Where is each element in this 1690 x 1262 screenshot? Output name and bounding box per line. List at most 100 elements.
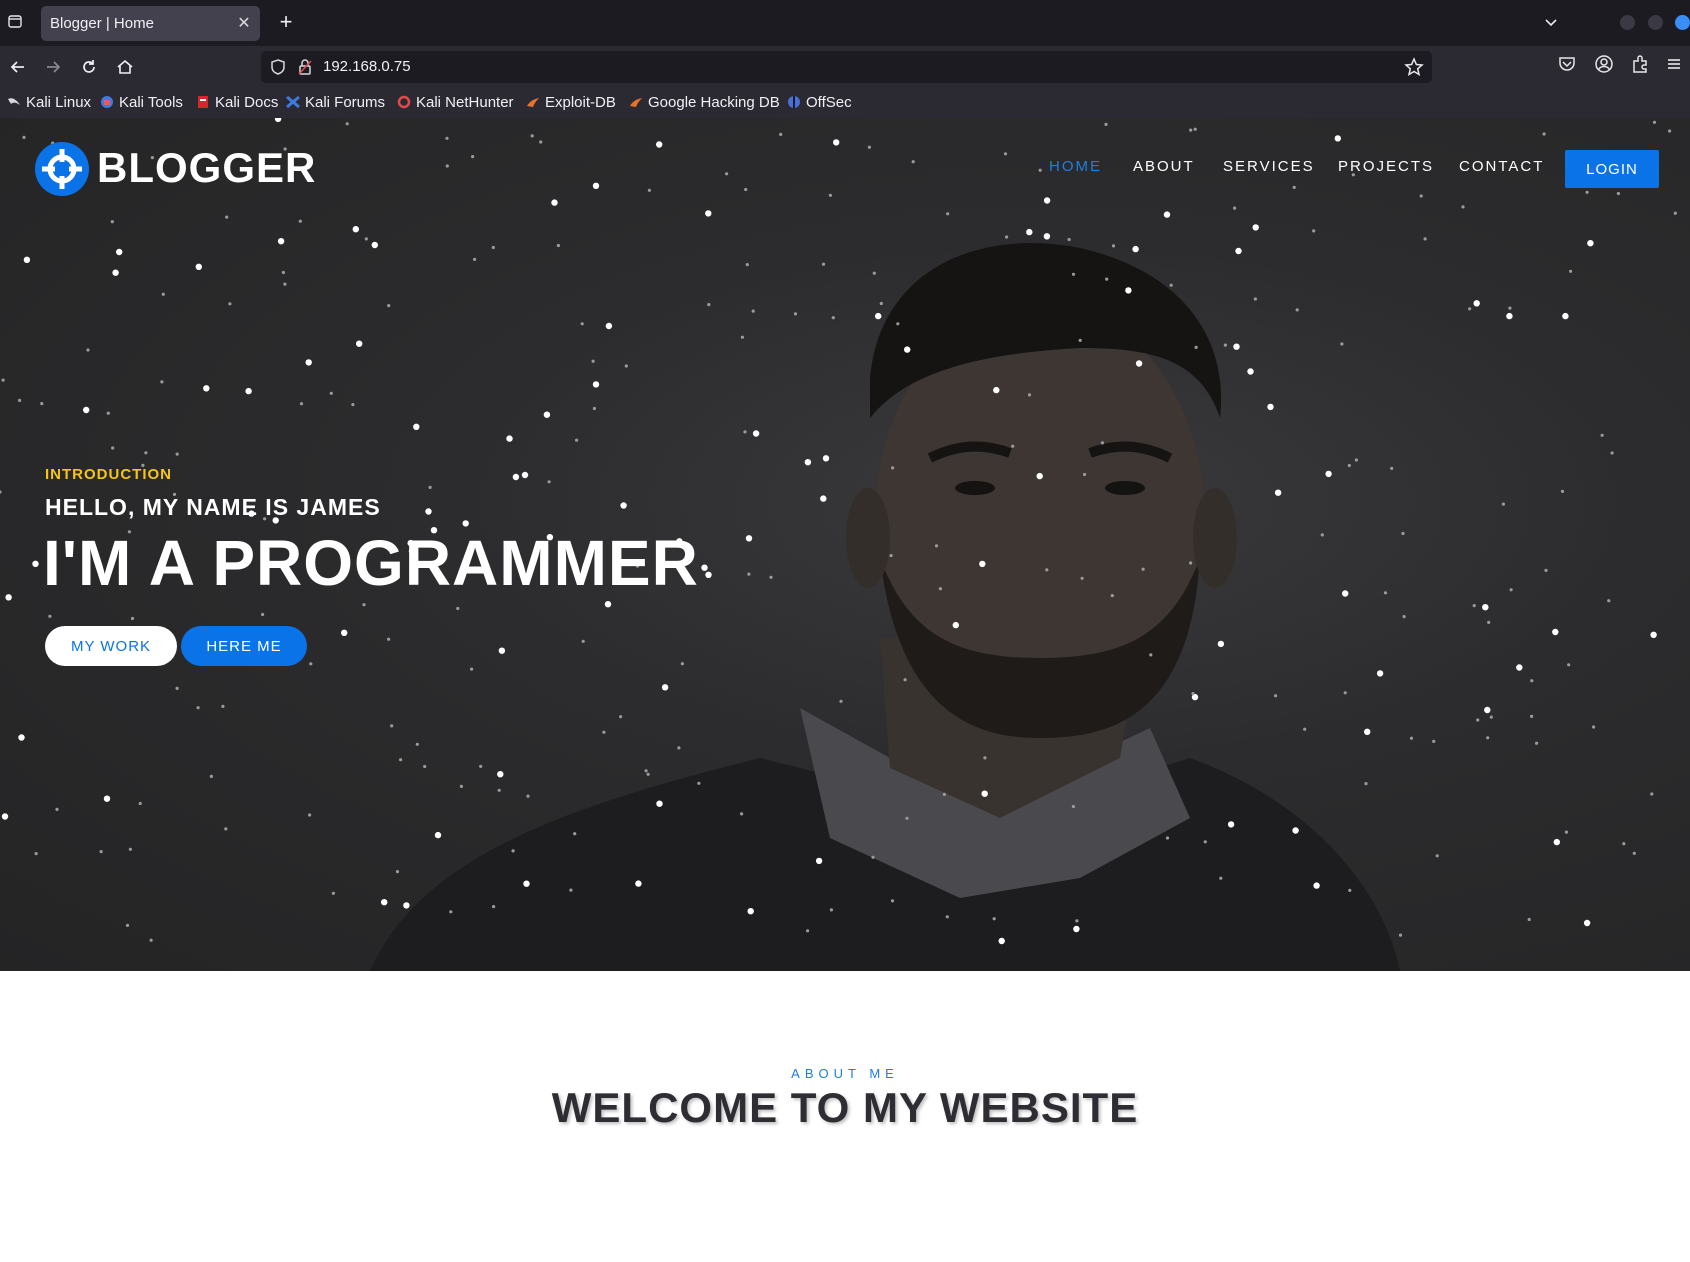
star-particle <box>1125 287 1132 294</box>
bookmark-kali-linux[interactable]: Kali Linux <box>7 92 91 112</box>
home-icon[interactable] <box>112 54 138 80</box>
star-particle <box>705 571 712 578</box>
star-particle <box>390 724 394 728</box>
bookmark-label: OffSec <box>806 93 852 111</box>
star-particle <box>983 756 987 760</box>
bookmark-kali-forums[interactable]: Kali Forums <box>286 92 385 112</box>
star-particle <box>1348 888 1352 893</box>
window-close-button[interactable] <box>1675 15 1690 30</box>
star-particle <box>1489 715 1493 719</box>
tab-close-icon[interactable]: ✕ <box>234 13 254 33</box>
star-particle <box>1003 152 1008 156</box>
here-me-button[interactable]: HERE ME <box>181 626 307 666</box>
star-particle <box>125 923 130 928</box>
extensions-icon[interactable] <box>1630 54 1650 74</box>
browser-tab-active[interactable]: Blogger | Home ✕ <box>41 6 260 41</box>
reload-icon[interactable] <box>76 54 102 80</box>
star-particle <box>1472 604 1476 608</box>
star-particle <box>1080 576 1084 580</box>
star-particle <box>40 402 44 406</box>
bookmark-kali-tools[interactable]: Kali Tools <box>100 92 183 112</box>
star-particle <box>1038 168 1042 172</box>
nav-contact[interactable]: CONTACT <box>1459 158 1544 175</box>
bookmark-kali-docs[interactable]: Kali Docs <box>196 92 278 112</box>
kali-dragon-icon <box>7 95 21 109</box>
window-maximize-button[interactable] <box>1648 15 1663 30</box>
star-particle <box>1569 269 1573 273</box>
star-particle <box>491 245 495 250</box>
offsec-icon <box>787 95 801 109</box>
star-particle <box>1473 300 1480 307</box>
insecure-lock-icon[interactable] <box>296 58 314 76</box>
bookmark-kali-nethunter[interactable]: Kali NetHunter <box>397 92 514 112</box>
star-particle <box>1036 472 1043 480</box>
star-particle <box>283 282 287 286</box>
url-text[interactable]: 192.168.0.75 <box>323 58 411 75</box>
star-particle <box>680 662 685 666</box>
bookmark-label: Kali Linux <box>26 93 92 111</box>
star-particle <box>740 812 744 816</box>
window-minimize-button[interactable] <box>1620 15 1635 30</box>
star-particle <box>86 348 90 352</box>
star-particle <box>1045 568 1049 572</box>
account-icon[interactable] <box>1594 54 1614 74</box>
star-particle <box>647 188 652 192</box>
star-particle <box>0 490 2 494</box>
nav-about[interactable]: ABOUT <box>1133 158 1195 175</box>
star-particle <box>707 303 711 307</box>
tab-list-icon[interactable] <box>4 10 26 32</box>
nav-projects[interactable]: PROJECTS <box>1338 158 1434 175</box>
star-particle <box>1312 229 1316 233</box>
star-particle <box>1567 663 1571 667</box>
brand-logo-text[interactable]: BLOGGER <box>97 144 316 192</box>
nav-home[interactable]: HOME <box>1049 158 1102 175</box>
star-particle <box>1026 228 1033 236</box>
star-particle <box>1347 463 1351 468</box>
star-particle <box>362 603 366 607</box>
star-particle <box>872 271 876 275</box>
bookmark-google-hacking-db[interactable]: Google Hacking DB <box>629 92 780 112</box>
star-particle <box>331 891 335 895</box>
login-button[interactable]: LOGIN <box>1565 150 1659 188</box>
bookmark-star-icon[interactable] <box>1404 57 1424 77</box>
star-particle <box>1354 458 1358 462</box>
chevron-down-icon[interactable] <box>1540 12 1562 34</box>
bookmark-exploit-db[interactable]: Exploit-DB <box>526 92 616 112</box>
star-particle <box>1217 640 1225 648</box>
star-particle <box>116 248 123 256</box>
nav-services[interactable]: SERVICES <box>1223 158 1315 175</box>
star-particle <box>661 684 669 691</box>
new-tab-icon[interactable]: + <box>274 9 298 34</box>
blogger-logo-icon[interactable] <box>34 141 90 197</box>
bookmark-offsec[interactable]: OffSec <box>787 92 852 112</box>
star-particle <box>18 398 22 402</box>
star-particle <box>103 795 111 802</box>
star-particle <box>575 438 579 442</box>
star-particle <box>624 364 628 368</box>
star-particle <box>161 292 165 296</box>
star-particle <box>889 554 893 558</box>
forward-arrow-icon[interactable] <box>40 54 66 80</box>
star-particle <box>473 257 477 261</box>
my-work-button[interactable]: MY WORK <box>45 626 177 666</box>
about-section-label: ABOUT ME <box>791 1066 899 1081</box>
pocket-icon[interactable] <box>1557 54 1577 74</box>
shield-icon[interactable] <box>269 58 287 76</box>
hamburger-menu-icon[interactable] <box>1664 54 1684 74</box>
star-particle <box>175 452 179 456</box>
star-particle <box>821 262 826 266</box>
star-particle <box>1398 933 1403 937</box>
address-bar[interactable]: 192.168.0.75 <box>261 51 1432 83</box>
back-arrow-icon[interactable] <box>5 54 31 80</box>
star-particle <box>1194 345 1198 349</box>
star-particle <box>1650 631 1657 638</box>
hero-section: BLOGGER HOME ABOUT SERVICES PROJECTS CON… <box>0 118 1690 971</box>
star-particle <box>779 132 783 136</box>
star-particle <box>1509 588 1513 592</box>
star-particle <box>1334 135 1342 142</box>
star-particle <box>946 212 950 216</box>
star-particle <box>1484 706 1491 714</box>
star-particle <box>1043 233 1051 240</box>
star-particle <box>1402 615 1406 619</box>
star-particle <box>1553 838 1561 846</box>
